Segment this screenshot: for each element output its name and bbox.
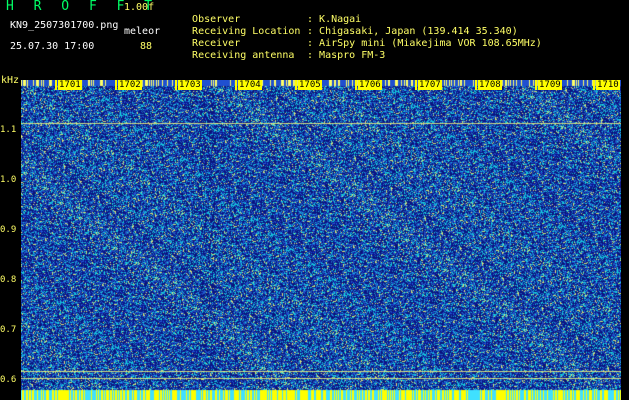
version-label: 1.00f bbox=[124, 2, 155, 13]
x-tick: 1701 bbox=[55, 80, 82, 90]
x-tick: 1710 bbox=[593, 80, 620, 90]
y-tick: 1.1 bbox=[0, 125, 17, 135]
meta-key: Receiving antenna bbox=[192, 50, 295, 61]
x-tick: 1702 bbox=[115, 80, 142, 90]
datetime-label: 25.07.30 17:00 bbox=[10, 41, 95, 52]
meta-sep: : bbox=[307, 50, 314, 61]
x-tick: 1704 bbox=[235, 80, 262, 90]
waterfall-canvas bbox=[21, 80, 621, 400]
count-label: 88 bbox=[140, 41, 153, 52]
x-tick: 1709 bbox=[535, 80, 562, 90]
y-tick: 0.6 bbox=[0, 375, 17, 385]
x-tick: 1706 bbox=[355, 80, 382, 90]
y-tick: 0.8 bbox=[0, 275, 17, 285]
filename-label: KN9_2507301700.png bbox=[10, 20, 119, 31]
waterfall-plot bbox=[21, 80, 621, 400]
y-tick: 1.0 bbox=[0, 175, 17, 185]
x-tick: 1707 bbox=[415, 80, 442, 90]
y-tick: 0.9 bbox=[0, 225, 17, 235]
x-tick: 1703 bbox=[175, 80, 202, 90]
x-tick: 1708 bbox=[475, 80, 502, 90]
meleor-label: meleor bbox=[124, 26, 161, 37]
y-axis-unit: kHz bbox=[1, 75, 20, 86]
y-tick: 0.7 bbox=[0, 325, 17, 335]
meta-value: Maspro FM-3 bbox=[319, 50, 386, 61]
meta-antenna: Receiving antenna: Maspro FM-3 bbox=[180, 39, 385, 61]
x-tick: 1705 bbox=[295, 80, 322, 90]
